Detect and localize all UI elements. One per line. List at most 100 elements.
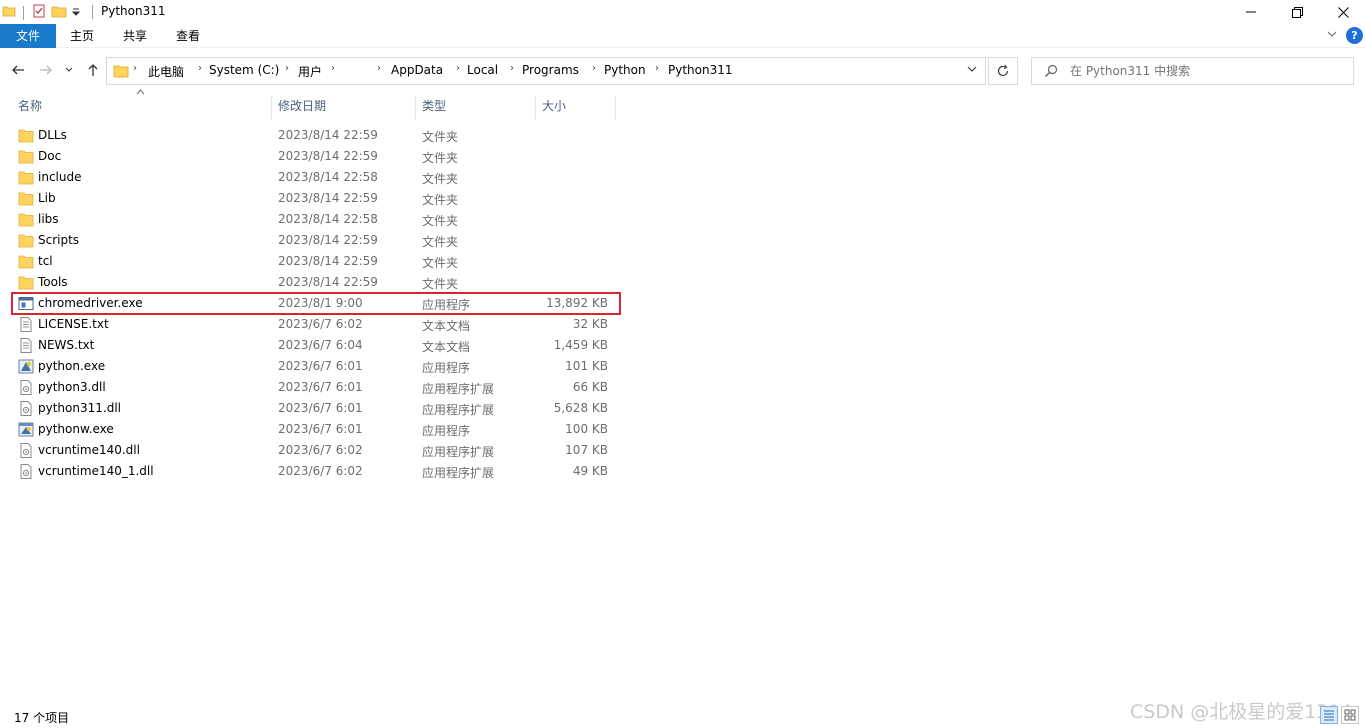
file-name: Lib	[38, 191, 56, 205]
file-name: tcl	[38, 254, 53, 268]
table-row[interactable]: include 2023/8/14 22:58 文件夹	[12, 167, 620, 188]
minimize-button[interactable]	[1228, 0, 1274, 24]
file-modified-date: 2023/8/14 22:58	[278, 212, 378, 226]
address-bar[interactable]: › 此电脑 › System (C:) › 用户 › › AppData › L…	[106, 57, 986, 85]
chevron-right-icon[interactable]: ›	[377, 63, 381, 74]
chevron-right-icon[interactable]: ›	[133, 63, 137, 74]
chevron-down-icon	[65, 67, 73, 72]
table-row[interactable]: libs 2023/8/14 22:58 文件夹	[12, 209, 620, 230]
chevron-right-icon[interactable]: ›	[655, 63, 659, 74]
search-input[interactable]	[1070, 62, 1340, 80]
search-box[interactable]	[1031, 57, 1354, 85]
python-exe-icon	[18, 359, 34, 374]
column-header-modified[interactable]: 修改日期	[272, 92, 414, 120]
chevron-right-icon[interactable]: ›	[198, 63, 202, 74]
breadcrumb-this-pc[interactable]: 此电脑	[148, 63, 184, 80]
file-modified-date: 2023/8/14 22:59	[278, 254, 378, 268]
file-type: 应用程序	[422, 361, 471, 375]
file-size: 32 KB	[572, 317, 608, 331]
tab-home[interactable]: 主页	[60, 24, 104, 48]
text-file-icon	[18, 338, 34, 353]
breadcrumb-python311[interactable]: Python311	[668, 63, 733, 77]
help-icon[interactable]: ?	[1346, 27, 1363, 44]
chevron-right-icon[interactable]: ›	[331, 63, 335, 74]
file-name: python3.dll	[38, 380, 106, 394]
details-view-button[interactable]	[1320, 706, 1338, 724]
tab-view[interactable]: 查看	[166, 24, 210, 48]
ribbon-tabs: 文件 主页 共享 查看 ?	[0, 24, 1366, 48]
table-row[interactable]: Lib 2023/8/14 22:59 文件夹	[12, 188, 620, 209]
column-divider[interactable]	[615, 96, 616, 120]
tab-share[interactable]: 共享	[113, 24, 157, 48]
table-row[interactable]: NEWS.txt 2023/6/7 6:04 文本文档 1,459 KB	[12, 335, 620, 356]
back-button[interactable]	[9, 61, 27, 79]
column-header-name[interactable]: 名称	[12, 92, 270, 120]
breadcrumb-appdata[interactable]: AppData	[391, 63, 443, 77]
breadcrumb-programs[interactable]: Programs	[522, 63, 579, 77]
customize-qat-icon[interactable]	[71, 6, 81, 20]
properties-icon[interactable]	[31, 3, 47, 22]
folder-icon	[18, 128, 34, 143]
file-name: DLLs	[38, 128, 67, 142]
file-type: 文件夹	[422, 130, 459, 144]
table-row[interactable]: tcl 2023/8/14 22:59 文件夹	[12, 251, 620, 272]
restore-icon	[1291, 6, 1303, 18]
table-row[interactable]: python.exe 2023/6/7 6:01 应用程序 101 KB	[12, 356, 620, 377]
refresh-button[interactable]	[988, 57, 1018, 85]
file-modified-date: 2023/6/7 6:04	[278, 338, 363, 352]
folder-icon	[18, 212, 34, 227]
table-row[interactable]: python311.dll 2023/6/7 6:01 应用程序扩展 5,628 KB	[12, 398, 620, 419]
table-row[interactable]: pythonw.exe 2023/6/7 6:01 应用程序 100 KB	[12, 419, 620, 440]
file-type: 应用程序扩展	[422, 382, 495, 396]
column-header-size[interactable]: 大小	[536, 92, 614, 120]
close-button[interactable]	[1320, 0, 1366, 24]
folder-icon	[18, 275, 34, 290]
breadcrumb-users[interactable]: 用户	[298, 63, 322, 80]
recent-locations-button[interactable]	[62, 61, 76, 79]
new-folder-icon[interactable]	[51, 3, 67, 22]
ribbon-expand-button[interactable]	[1326, 28, 1338, 43]
file-size: 66 KB	[572, 380, 608, 394]
file-name: libs	[38, 212, 59, 226]
address-dropdown-button[interactable]	[967, 64, 977, 77]
folder-icon	[18, 149, 34, 164]
breadcrumb-python[interactable]: Python	[604, 63, 646, 77]
chevron-right-icon[interactable]: ›	[285, 63, 289, 74]
folder-icon	[113, 63, 129, 82]
file-type: 文本文档	[422, 319, 471, 333]
table-row[interactable]: vcruntime140_1.dll 2023/6/7 6:02 应用程序扩展 49 …	[12, 461, 620, 482]
table-row[interactable]: vcruntime140.dll 2023/6/7 6:02 应用程序扩展 107 K…	[12, 440, 620, 461]
chevron-right-icon[interactable]: ›	[592, 63, 596, 74]
table-row[interactable]: python3.dll 2023/6/7 6:01 应用程序扩展 66 KB	[12, 377, 620, 398]
file-type: 应用程序	[422, 424, 471, 438]
table-row[interactable]: Scripts 2023/8/14 22:59 文件夹	[12, 230, 620, 251]
table-row-highlighted[interactable]: chromedriver.exe 2023/8/1 9:00 应用程序 13,892 …	[11, 292, 621, 315]
file-name: vcruntime140_1.dll	[38, 464, 154, 478]
file-modified-date: 2023/8/14 22:59	[278, 275, 378, 289]
table-row[interactable]: LICENSE.txt 2023/6/7 6:02 文本文档 32 KB	[12, 314, 620, 335]
restore-button[interactable]	[1274, 0, 1320, 24]
refresh-icon	[997, 64, 1009, 77]
up-button[interactable]	[84, 61, 102, 79]
chevron-down-icon	[1327, 31, 1337, 37]
table-row[interactable]: DLLs 2023/8/14 22:59 文件夹	[12, 125, 620, 146]
column-header-type[interactable]: 类型	[416, 92, 534, 120]
file-modified-date: 2023/8/14 22:59	[278, 128, 378, 142]
breadcrumb-local[interactable]: Local	[467, 63, 498, 77]
file-name: Doc	[38, 149, 62, 163]
title-separator	[92, 5, 93, 19]
breadcrumb-system-c[interactable]: System (C:)	[209, 63, 279, 77]
tab-file[interactable]: 文件	[0, 24, 56, 48]
toolbar-separator	[23, 5, 24, 20]
chevron-right-icon[interactable]: ›	[456, 63, 460, 74]
file-name: Tools	[38, 275, 68, 289]
file-type: 应用程序扩展	[422, 403, 495, 417]
file-modified-date: 2023/8/14 22:59	[278, 233, 378, 247]
file-type: 文件夹	[422, 214, 459, 228]
forward-button[interactable]	[37, 61, 55, 79]
large-icons-view-button[interactable]	[1341, 706, 1359, 724]
table-row[interactable]: Tools 2023/8/14 22:59 文件夹	[12, 272, 620, 293]
view-switcher	[1320, 706, 1359, 724]
table-row[interactable]: Doc 2023/8/14 22:59 文件夹	[12, 146, 620, 167]
chevron-right-icon[interactable]: ›	[510, 63, 514, 74]
